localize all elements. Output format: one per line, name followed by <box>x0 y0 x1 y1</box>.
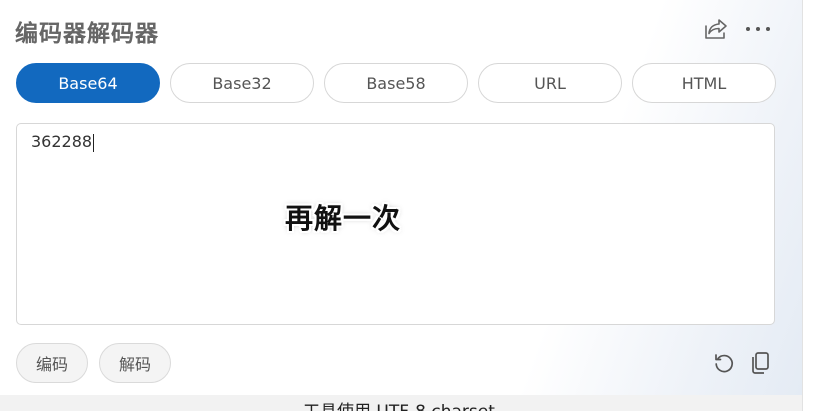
editor-tools <box>710 349 774 377</box>
header-actions <box>702 15 772 43</box>
overlay-caption: 再解一次 <box>285 202 402 235</box>
page-title: 编码器解码器 <box>15 21 159 47</box>
tab-base64[interactable]: Base64 <box>16 63 160 103</box>
tool-card: 编码器解码器 Base64 Base32 Base58 URL HTML 362… <box>0 0 802 395</box>
textarea-value-text: 362288 <box>31 132 93 151</box>
tab-html[interactable]: HTML <box>632 63 776 103</box>
encoding-tabs: Base64 Base32 Base58 URL HTML <box>16 63 776 103</box>
scrollbar-gutter <box>802 0 826 411</box>
text-caret <box>93 133 95 152</box>
tab-base58[interactable]: Base58 <box>324 63 468 103</box>
copy-icon[interactable] <box>746 349 774 377</box>
textarea-content: 362288 <box>31 132 95 152</box>
reset-icon[interactable] <box>710 349 738 377</box>
decode-button[interactable]: 解码 <box>99 343 171 383</box>
footer-text: 工具使用 UTF-8 charset <box>303 402 495 411</box>
footer: 工具使用 UTF-8 charset <box>0 395 802 411</box>
share-icon[interactable] <box>702 15 730 43</box>
more-dots-icon[interactable] <box>744 15 772 43</box>
tab-base32[interactable]: Base32 <box>170 63 314 103</box>
input-textarea[interactable]: 362288 再解一次 <box>16 123 775 325</box>
tab-url[interactable]: URL <box>478 63 622 103</box>
encode-button[interactable]: 编码 <box>16 343 88 383</box>
